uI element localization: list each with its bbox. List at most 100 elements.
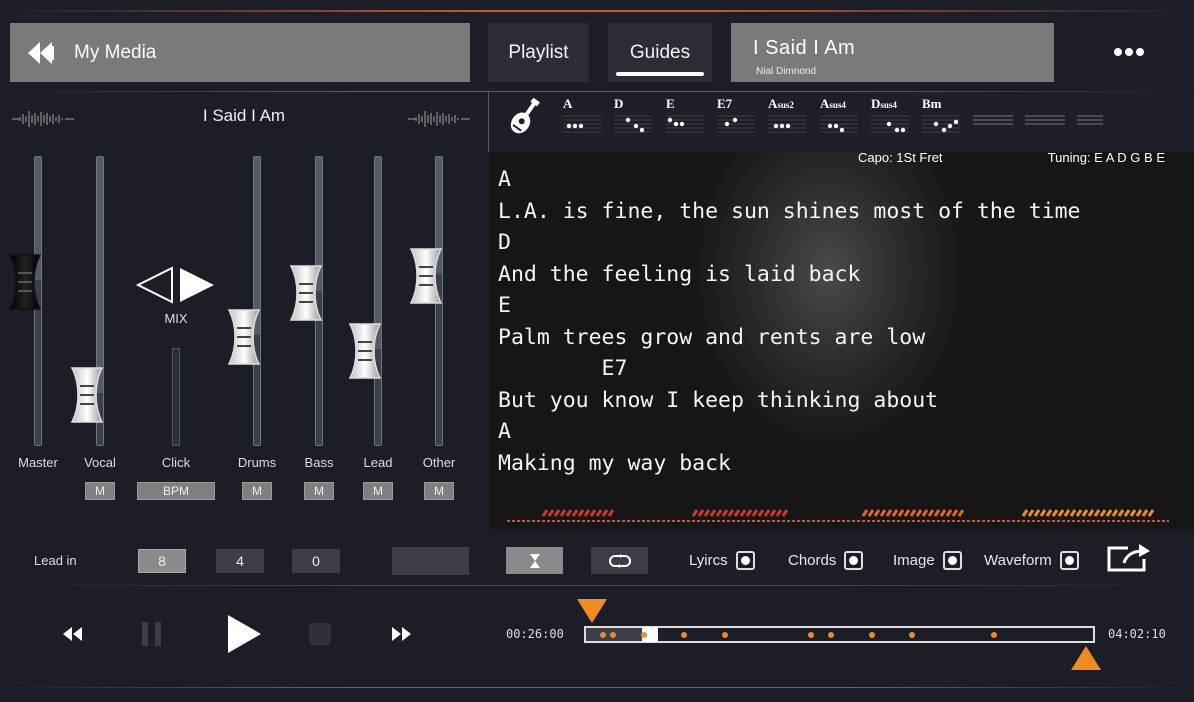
chord-fingering-icon	[666, 115, 704, 133]
section-markers	[507, 509, 1169, 522]
master-fader-handle[interactable]	[8, 253, 56, 311]
lead-in-0-button[interactable]: 0	[292, 549, 340, 573]
start-time: 00:26:00	[506, 627, 564, 641]
pause-button[interactable]	[136, 612, 168, 656]
chord-diagram[interactable]: A	[563, 96, 609, 144]
lead-mute-button[interactable]: M	[363, 482, 393, 500]
lead-in-8-button[interactable]: 8	[138, 549, 186, 573]
chord-diagram[interactable]: D	[614, 96, 660, 144]
lyrics-checkbox[interactable]	[735, 551, 755, 570]
stop-icon	[309, 623, 331, 645]
back-arrow-icon	[26, 38, 60, 68]
option-lyrics[interactable]: Lyircs	[689, 551, 755, 570]
hourglass-button[interactable]	[506, 547, 563, 574]
hourglass-icon	[529, 553, 540, 568]
chord-line: E	[498, 293, 511, 318]
my-media-button[interactable]: My Media	[10, 23, 470, 82]
other-fader-track[interactable]	[409, 156, 443, 446]
drums-fader-track[interactable]	[227, 156, 261, 446]
lyric-line: L.A. is fine, the sun shines most of the…	[498, 198, 1081, 224]
loop-icon	[608, 553, 631, 568]
bottom-accent-line	[0, 687, 1194, 688]
bass-fader-track[interactable]	[289, 156, 323, 446]
bass-mute-button[interactable]: M	[304, 482, 334, 500]
timeline-marker[interactable]	[828, 632, 835, 638]
chord-diagram[interactable]: Bm	[922, 96, 968, 144]
mix-arrows-icon[interactable]	[136, 266, 216, 304]
chord-fingering-icon	[871, 115, 909, 133]
option-image[interactable]: Image	[893, 551, 962, 570]
chord-fingering-icon	[717, 115, 755, 133]
tempo-field[interactable]	[392, 547, 469, 575]
vocal-fader-track[interactable]	[70, 156, 104, 446]
rewind-button[interactable]	[58, 612, 88, 656]
option-chords[interactable]: Chords	[788, 551, 864, 570]
tab-playlist[interactable]: Playlist	[488, 23, 589, 82]
chord-line: A	[498, 419, 511, 444]
song-header: I Said I Am Nial Dimnond	[731, 23, 1054, 82]
timeline-marker[interactable]	[808, 632, 814, 638]
timeline-marker[interactable]	[721, 632, 728, 638]
rewind-icon	[63, 627, 82, 641]
drums-fader-handle[interactable]	[227, 308, 275, 366]
tab-guides[interactable]: Guides	[608, 23, 712, 82]
tuning-info: Tuning: E A D G B E	[1047, 150, 1165, 165]
timeline-marker[interactable]	[868, 632, 875, 638]
click-slider[interactable]	[172, 348, 180, 446]
lead-in-4-button[interactable]: 4	[216, 549, 264, 573]
chord-name: Dsus4	[871, 96, 897, 111]
loop-end-marker[interactable]	[1070, 645, 1102, 671]
fast-forward-button[interactable]	[386, 612, 416, 656]
chord-fingering-icon	[922, 115, 960, 133]
song-artist: Nial Dimnond	[756, 66, 817, 77]
chord-diagram[interactable]: E7	[717, 96, 763, 144]
controls-divider	[0, 585, 1194, 586]
chord-line: E7	[498, 356, 628, 381]
timeline-bar[interactable]	[584, 626, 1095, 643]
chord-name: D	[614, 96, 624, 111]
lyrics-text: A L.A. is fine, the sun shines most of th…	[498, 164, 1080, 479]
other-fader-handle[interactable]	[409, 247, 457, 305]
timeline-marker[interactable]	[640, 632, 647, 638]
chord-diagram[interactable]: Asus2	[768, 96, 814, 144]
stop-button[interactable]	[306, 612, 334, 656]
lead-fader-handle[interactable]	[348, 322, 396, 380]
loop-start-marker[interactable]	[576, 598, 608, 624]
chord-fingering-icon	[768, 115, 806, 133]
image-checkbox[interactable]	[942, 551, 962, 570]
option-waveform[interactable]: Waveform	[984, 551, 1079, 570]
chord-name: A	[563, 96, 573, 111]
song-title: I Said I Am	[753, 37, 856, 59]
lyric-line: And the feeling is laid back	[498, 261, 861, 287]
lead-fader-track[interactable]	[348, 156, 382, 446]
chord-diagram[interactable]: E	[666, 96, 712, 144]
chords-checkbox[interactable]	[844, 551, 864, 570]
lyrics-panel: A D E E7 Asus2 Asus4 Dsus4 Bm Capo: 1St Fret Tu…	[489, 92, 1194, 529]
click-bpm-button[interactable]: BPM	[137, 482, 215, 500]
lyric-line: Making my way back	[498, 450, 731, 476]
play-icon	[228, 615, 261, 653]
chord-diagram[interactable]: Asus4	[820, 96, 866, 144]
mix-label: MIX	[164, 311, 188, 326]
vocal-fader-handle[interactable]	[70, 366, 118, 424]
empty-chord-slots	[973, 115, 1103, 125]
timeline-marker[interactable]	[681, 632, 688, 638]
play-button[interactable]	[222, 612, 266, 656]
timeline-marker[interactable]	[990, 632, 997, 638]
chord-name: Asus4	[820, 96, 846, 111]
export-icon[interactable]	[1106, 543, 1152, 573]
other-mute-button[interactable]: M	[424, 482, 454, 500]
lead-in-4-label: 4	[236, 553, 244, 569]
more-dots-icon[interactable]	[1106, 38, 1152, 66]
vocal-mute-button[interactable]: M	[85, 482, 115, 500]
master-fader-track[interactable]	[8, 156, 42, 446]
bass-fader-handle[interactable]	[289, 264, 337, 322]
drums-mute-button[interactable]: M	[242, 482, 272, 500]
chord-diagram[interactable]: Dsus4	[871, 96, 917, 144]
my-media-label: My Media	[74, 41, 157, 63]
timeline-marker[interactable]	[909, 632, 916, 638]
chord-line: D	[498, 230, 511, 255]
loop-button[interactable]	[591, 547, 648, 574]
waveform-checkbox[interactable]	[1059, 551, 1079, 570]
app-window: My Media Playlist Guides I Said I Am Nia…	[0, 0, 1194, 702]
